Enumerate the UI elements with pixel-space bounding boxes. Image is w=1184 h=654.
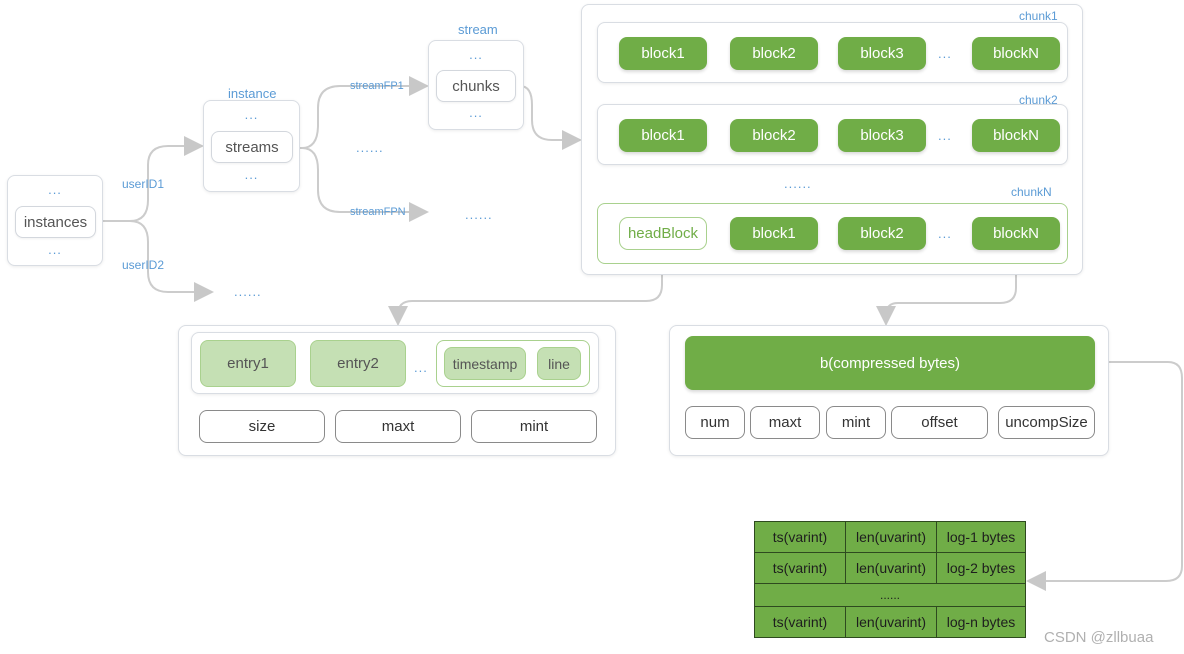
entries-row: entry1 entry2 ... timestamp line <box>191 332 599 394</box>
block-detail: b(compressed bytes) num maxt mint offset… <box>669 325 1109 456</box>
table-row: ts(varint) len(uvarint) log-n bytes <box>754 606 1026 638</box>
chunkN-ellipsis: ... <box>938 226 952 241</box>
chunk2-block3[interactable]: block3 <box>838 119 926 152</box>
entry2[interactable]: entry2 <box>310 340 406 387</box>
headblock-maxt[interactable]: maxt <box>335 410 461 443</box>
headblock-mint[interactable]: mint <box>471 410 597 443</box>
block-uncompsize[interactable]: uncompSize <box>998 406 1095 439</box>
entry1[interactable]: entry1 <box>200 340 296 387</box>
chunk1-block2[interactable]: block2 <box>730 37 818 70</box>
entries-ellipsis: ... <box>414 360 428 375</box>
table-cell: log-2 bytes <box>936 552 1026 584</box>
entry-timestamp[interactable]: timestamp <box>444 347 526 380</box>
chunks-middle-ellipsis: ...... <box>784 176 812 191</box>
chunk2-block1[interactable]: block1 <box>619 119 707 152</box>
stream-top-ellipsis: ... <box>469 47 483 62</box>
table-cell: ts(varint) <box>754 521 846 553</box>
streams-middle-ellipsis: ...... <box>356 140 384 155</box>
edge-chunks-to-chunklist <box>516 85 582 150</box>
chunkN-label: chunkN <box>1011 185 1052 199</box>
chunkN-row: headBlock block1 block2 ... blockN <box>597 203 1068 264</box>
table-cell: ts(varint) <box>754 606 846 638</box>
chunk2-row: block1 block2 block3 ... blockN <box>597 104 1068 165</box>
streamfpn-target-ellipsis: ...... <box>465 207 493 222</box>
table-row: ts(varint) len(uvarint) log-2 bytes <box>754 552 1026 584</box>
instances-top-ellipsis: ... <box>48 182 62 197</box>
entry-structure: timestamp line <box>436 340 590 387</box>
table-cell: ts(varint) <box>754 552 846 584</box>
headblock-size[interactable]: size <box>199 410 325 443</box>
edge-label-streamfpn: streamFPN <box>350 206 406 218</box>
chunkN-block2[interactable]: block2 <box>838 217 926 250</box>
chunk1-label: chunk1 <box>1019 9 1058 23</box>
instances-container: ... instances ... <box>7 175 103 266</box>
table-cell: len(uvarint) <box>845 521 937 553</box>
chunk1-ellipsis: ... <box>938 46 952 61</box>
instances-bottom-ellipsis: ... <box>48 242 62 257</box>
chunk1-row: block1 block2 block3 ... blockN <box>597 22 1068 83</box>
chunk1-blockN[interactable]: blockN <box>972 37 1060 70</box>
instance-top-ellipsis: ... <box>244 107 259 122</box>
log-entries-table: ts(varint) len(uvarint) log-1 bytes ts(v… <box>754 521 1026 638</box>
chunk1-block3[interactable]: block3 <box>838 37 926 70</box>
table-cell: len(uvarint) <box>845 606 937 638</box>
instance-title: instance <box>228 86 277 101</box>
edge-streamfp1 <box>292 76 429 149</box>
headblock-detail: entry1 entry2 ... timestamp line size ma… <box>178 325 616 456</box>
edge-userid2 <box>96 220 214 302</box>
chunk2-block2[interactable]: block2 <box>730 119 818 152</box>
userid2-target-ellipsis: ...... <box>234 284 262 299</box>
chunk2-ellipsis: ... <box>938 128 952 143</box>
chunk2-blockN[interactable]: blockN <box>972 119 1060 152</box>
streams-node[interactable]: streams <box>211 131 293 163</box>
table-cell: log-n bytes <box>936 606 1026 638</box>
instance-container: ... streams ... <box>203 100 300 192</box>
chunkN-blockN[interactable]: blockN <box>972 217 1060 250</box>
entry-line[interactable]: line <box>537 347 581 380</box>
stream-title: stream <box>458 22 498 37</box>
chunkN-headblock[interactable]: headBlock <box>619 217 707 250</box>
table-row: ...... <box>754 583 1026 607</box>
compressed-bytes[interactable]: b(compressed bytes) <box>685 336 1095 390</box>
edge-label-userid1: userID1 <box>122 177 165 191</box>
block-num[interactable]: num <box>685 406 745 439</box>
table-cell-ellipsis: ...... <box>754 583 1026 607</box>
table-cell: log-1 bytes <box>936 521 1026 553</box>
instances-node[interactable]: instances <box>15 206 96 238</box>
block-maxt[interactable]: maxt <box>750 406 820 439</box>
instance-bottom-ellipsis: ... <box>244 167 259 182</box>
stream-bottom-ellipsis: ... <box>469 105 483 120</box>
table-row: ts(varint) len(uvarint) log-1 bytes <box>754 521 1026 553</box>
block-offset[interactable]: offset <box>891 406 988 439</box>
watermark: CSDN @zllbuaa <box>1044 629 1154 646</box>
stream-container: ... chunks ... <box>428 40 524 130</box>
chunks-node[interactable]: chunks <box>436 70 516 102</box>
chunk1-block1[interactable]: block1 <box>619 37 707 70</box>
edge-streamfpn <box>292 147 429 222</box>
table-cell: len(uvarint) <box>845 552 937 584</box>
edge-label-userid2: userID2 <box>122 258 165 272</box>
block-mint[interactable]: mint <box>826 406 886 439</box>
chunkN-block1[interactable]: block1 <box>730 217 818 250</box>
edge-label-streamfp1: streamFP1 <box>350 80 404 92</box>
